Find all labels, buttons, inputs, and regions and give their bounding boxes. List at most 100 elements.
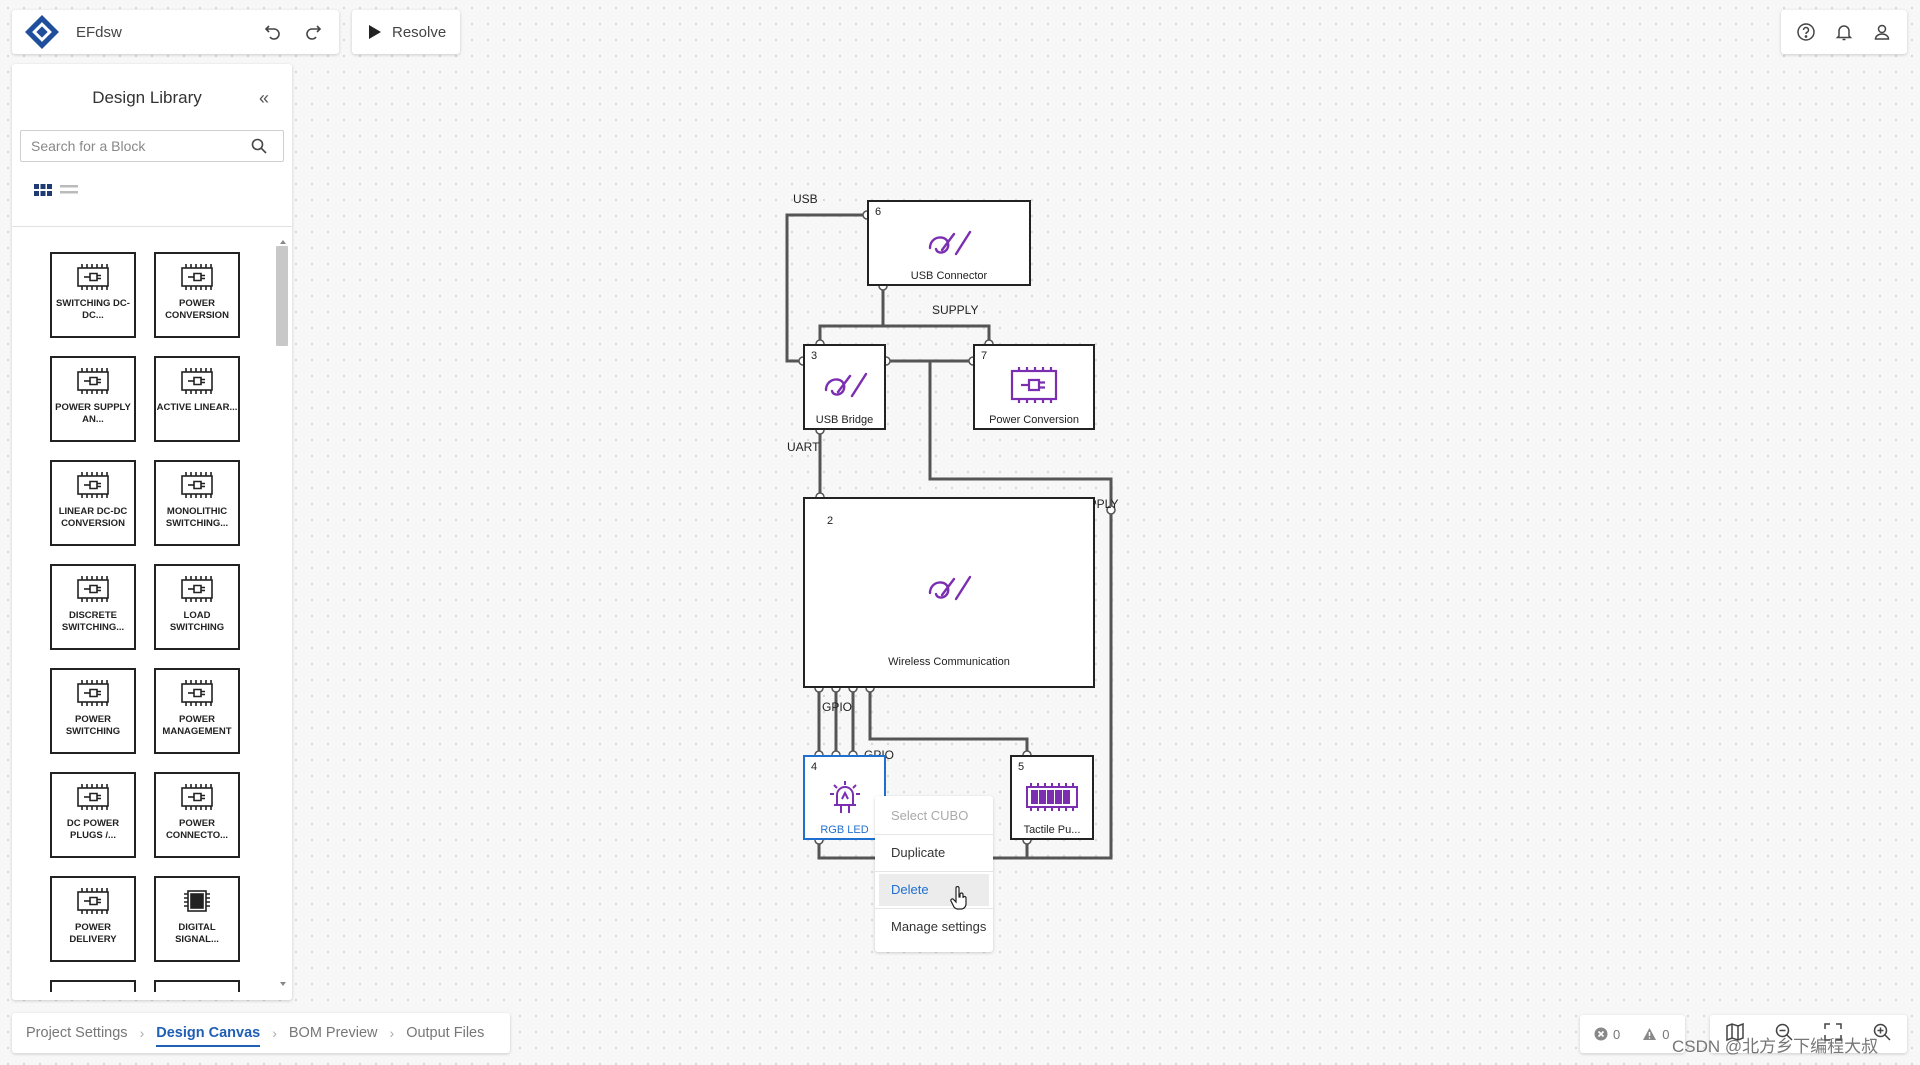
redo-icon[interactable] <box>299 18 327 46</box>
library-block-label: POWER DELIVERY <box>69 922 117 945</box>
bell-icon[interactable] <box>1830 18 1858 46</box>
resolve-button[interactable]: Resolve <box>352 10 460 54</box>
help-icon[interactable] <box>1792 18 1820 46</box>
context-menu: Select CUBO Duplicate Delete Manage sett… <box>875 796 993 952</box>
grid-view-icon[interactable] <box>34 184 52 196</box>
power-module-icon <box>179 254 215 295</box>
cable-icon <box>928 575 972 601</box>
library-block-label: SWITCHING DC-DC... <box>56 298 130 321</box>
menu-item-duplicate[interactable]: Duplicate <box>879 837 989 869</box>
dsp-chip-icon <box>179 878 215 919</box>
block-usb-connector[interactable]: 6 USB Connector <box>867 200 1031 286</box>
library-scroll-thumb[interactable] <box>276 246 288 346</box>
power-module-icon <box>75 878 111 919</box>
undo-icon[interactable] <box>259 18 287 46</box>
block-name: Power Conversion <box>989 414 1079 426</box>
library-block-label: ACTIVE LINEAR... <box>156 402 238 413</box>
button-array-icon <box>1026 783 1078 811</box>
block-grid: SWITCHING DC-DC... POWER CONVERSION POWER … <box>50 252 260 992</box>
library-block-label: POWER SWITCHING <box>65 714 121 737</box>
block-wireless-communication[interactable]: 2 Wireless Communication <box>803 497 1095 688</box>
warning-count[interactable]: 0 <box>1642 1027 1669 1042</box>
library-block[interactable]: POWER MANAGEMENT <box>154 668 240 754</box>
power-module-icon <box>179 358 215 399</box>
search-input[interactable] <box>21 138 251 154</box>
map-icon[interactable] <box>1725 1022 1745 1047</box>
library-block[interactable]: DISCRETE SWITCHING... <box>50 564 136 650</box>
status-counts: 0 0 <box>1580 1015 1685 1053</box>
zoom-out-icon[interactable] <box>1774 1022 1794 1047</box>
menu-item-delete[interactable]: Delete <box>879 874 989 906</box>
fit-screen-icon[interactable] <box>1823 1022 1843 1047</box>
collapse-panel-icon[interactable]: « <box>252 86 276 110</box>
cable-icon <box>928 230 972 256</box>
warning-count-value: 0 <box>1662 1026 1670 1042</box>
library-title: Design Library <box>92 88 202 107</box>
menu-item-manage-settings[interactable]: Manage settings <box>879 911 989 943</box>
footer-tabs: Project Settings › Design Canvas › BOM P… <box>12 1013 510 1053</box>
power-module-icon <box>179 670 215 711</box>
block-number: 7 <box>981 350 988 362</box>
library-block[interactable]: SWITCHING DC-DC... <box>50 252 136 338</box>
library-block[interactable]: POWER SWITCHING <box>50 668 136 754</box>
design-library-panel: Design Library « SWITCHING DC-DC... POWER… <box>12 64 292 1000</box>
library-block[interactable]: DC POWER PLUGS /... <box>50 772 136 858</box>
library-block-label: POWER SUPPLY AN... <box>55 402 131 425</box>
project-bar: EFdsw <box>12 10 339 54</box>
tab-design-canvas[interactable]: Design Canvas <box>156 1013 260 1053</box>
library-block[interactable]: POWER SUPPLY AN... <box>50 356 136 442</box>
library-block[interactable]: POWER DELIVERY <box>50 876 136 962</box>
block-name: Tactile Pu... <box>1023 824 1081 836</box>
power-module-icon <box>75 254 111 295</box>
error-count[interactable]: 0 <box>1594 1027 1620 1042</box>
library-block[interactable]: MONOLITHIC SWITCHING... <box>154 460 240 546</box>
power-module-icon <box>75 358 111 399</box>
tab-output-files[interactable]: Output Files <box>406 1013 484 1053</box>
user-icon[interactable] <box>1868 18 1896 46</box>
library-block[interactable]: LOAD SWITCHING <box>154 564 240 650</box>
top-right-toolbar <box>1781 10 1907 54</box>
menu-separator <box>875 834 993 835</box>
block-name: USB Connector <box>910 270 988 282</box>
error-icon <box>1594 1027 1608 1041</box>
tab-project-settings[interactable]: Project Settings <box>26 1013 128 1053</box>
block-name: Wireless Communication <box>888 656 1010 668</box>
library-block-label: POWER CONNECTO... <box>165 818 229 841</box>
power-module-icon <box>179 566 215 607</box>
block-name: RGB LED <box>820 824 869 836</box>
library-block[interactable] <box>50 980 136 992</box>
library-scrollbar[interactable] <box>276 234 290 994</box>
block-rgb-led[interactable]: 4 RGB LED <box>803 755 886 840</box>
net-label-gpio: GPIO <box>822 700 853 714</box>
app-logo-icon[interactable] <box>24 14 60 50</box>
block-usb-bridge[interactable]: 3 USB Bridge <box>803 344 886 430</box>
search-icon[interactable] <box>251 138 267 154</box>
block-tactile-push-button[interactable]: 5 Tactile Pu... <box>1010 755 1094 840</box>
list-view-icon[interactable] <box>60 184 78 196</box>
menu-separator <box>875 908 993 909</box>
library-block[interactable]: ACTIVE LINEAR... <box>154 356 240 442</box>
block-name: USB Bridge <box>815 414 874 426</box>
library-block[interactable]: POWER CONVERSION <box>154 252 240 338</box>
tab-bom-preview[interactable]: BOM Preview <box>289 1013 378 1053</box>
menu-separator <box>875 871 993 872</box>
library-block[interactable] <box>154 980 240 992</box>
power-plug-icon <box>1010 367 1058 403</box>
view-toggle <box>34 184 78 196</box>
library-block[interactable]: POWER CONNECTO... <box>154 772 240 858</box>
library-block-label: POWER MANAGEMENT <box>162 714 232 737</box>
power-module-icon <box>75 670 111 711</box>
chevron-right-icon: › <box>139 1025 145 1041</box>
library-block-label: LINEAR DC-DC CONVERSION <box>58 506 128 529</box>
project-name[interactable]: EFdsw <box>76 24 247 41</box>
library-block[interactable]: DIGITAL SIGNAL... <box>154 876 240 962</box>
block-number: 4 <box>811 761 818 773</box>
zoom-in-icon[interactable] <box>1872 1022 1892 1047</box>
library-block[interactable]: LINEAR DC-DC CONVERSION <box>50 460 136 546</box>
canvas-tools <box>1710 1015 1907 1053</box>
power-module-icon <box>179 462 215 503</box>
block-power-conversion[interactable]: 7 Power Conversion <box>973 344 1095 430</box>
chevron-right-icon: › <box>272 1025 277 1041</box>
library-block-label: DC POWER PLUGS /... <box>66 818 120 841</box>
warning-icon <box>1643 1028 1657 1040</box>
